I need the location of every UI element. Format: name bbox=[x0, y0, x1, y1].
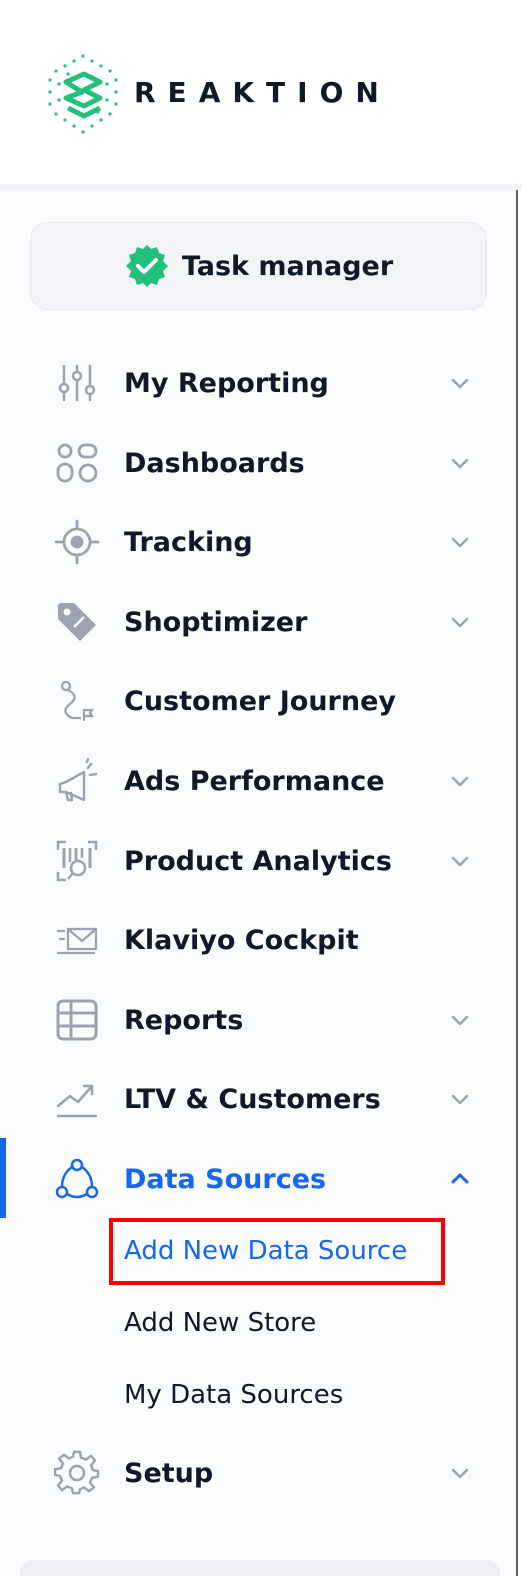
chevron-down-icon[interactable] bbox=[446, 1006, 474, 1034]
journey-path-icon bbox=[60, 680, 95, 722]
verified-check-icon bbox=[125, 245, 168, 287]
nav-label-setup: Setup bbox=[124, 1457, 214, 1489]
nav-item-shoptimizer[interactable]: Shoptimizer bbox=[0, 586, 518, 658]
data-network-icon bbox=[55, 1158, 99, 1199]
nav-item-ltv-customers[interactable]: LTV & Customers bbox=[0, 1063, 518, 1135]
submenu-add-new-store[interactable]: Add New Store bbox=[124, 1308, 316, 1338]
nav-item-my-reporting[interactable]: My Reporting bbox=[0, 347, 518, 419]
brand-name: REAKTION bbox=[134, 76, 391, 109]
envelope-send-icon bbox=[56, 927, 98, 955]
dashboard-grid-icon bbox=[56, 443, 98, 483]
table-icon bbox=[56, 999, 98, 1041]
reaktion-logo-icon[interactable] bbox=[44, 52, 122, 136]
nav-label-tracking: Tracking bbox=[124, 526, 253, 558]
crosshair-icon bbox=[54, 519, 100, 565]
nav-item-product-analytics[interactable]: Product Analytics bbox=[0, 825, 518, 897]
nav-label-my-reporting: My Reporting bbox=[124, 367, 329, 399]
nav-label-klaviyo-cockpit: Klaviyo Cockpit bbox=[124, 924, 359, 956]
nav-label-ads-performance: Ads Performance bbox=[124, 765, 385, 797]
chevron-down-icon[interactable] bbox=[446, 449, 474, 477]
nav-label-customer-journey: Customer Journey bbox=[124, 685, 396, 717]
nav-item-dashboards[interactable]: Dashboards bbox=[0, 427, 518, 499]
nav-item-reports[interactable]: Reports bbox=[0, 984, 518, 1056]
nav-label-ltv-customers: LTV & Customers bbox=[124, 1083, 381, 1115]
barcode-search-icon bbox=[56, 840, 98, 882]
nav-item-customer-journey[interactable]: Customer Journey bbox=[0, 665, 518, 737]
task-manager-label: Task manager bbox=[181, 250, 394, 282]
nav-item-tracking[interactable]: Tracking bbox=[0, 506, 518, 578]
megaphone-icon bbox=[58, 758, 98, 802]
chevron-down-icon[interactable] bbox=[446, 369, 474, 397]
submenu-my-data-sources[interactable]: My Data Sources bbox=[124, 1380, 343, 1410]
nav-label-reports: Reports bbox=[124, 1004, 244, 1036]
trend-up-icon bbox=[56, 1084, 98, 1118]
sidebar-footer-edge bbox=[20, 1560, 500, 1576]
chevron-down-icon[interactable] bbox=[446, 608, 474, 636]
nav-label-shoptimizer: Shoptimizer bbox=[124, 606, 308, 638]
chevron-down-icon[interactable] bbox=[446, 1459, 474, 1487]
chevron-down-icon[interactable] bbox=[446, 1085, 474, 1113]
highlight-box bbox=[109, 1218, 445, 1285]
nav-item-data-sources[interactable]: Data Sources bbox=[0, 1143, 518, 1215]
chevron-down-icon[interactable] bbox=[446, 528, 474, 556]
nav-item-klaviyo-cockpit[interactable]: Klaviyo Cockpit bbox=[0, 904, 518, 976]
nav-label-dashboards: Dashboards bbox=[124, 447, 305, 479]
sidebar-header: REAKTION bbox=[0, 0, 522, 190]
tag-icon bbox=[58, 603, 96, 641]
gear-icon bbox=[54, 1450, 100, 1495]
nav-item-ads-performance[interactable]: Ads Performance bbox=[0, 745, 518, 817]
chevron-down-icon[interactable] bbox=[446, 767, 474, 795]
nav-item-setup[interactable]: Setup bbox=[0, 1437, 518, 1509]
sliders-icon bbox=[58, 364, 96, 402]
nav-label-product-analytics: Product Analytics bbox=[124, 845, 392, 877]
chevron-down-icon[interactable] bbox=[446, 847, 474, 875]
task-manager-button[interactable]: Task manager bbox=[30, 222, 487, 310]
chevron-up-icon[interactable] bbox=[446, 1165, 474, 1193]
nav-label-data-sources: Data Sources bbox=[124, 1163, 327, 1195]
